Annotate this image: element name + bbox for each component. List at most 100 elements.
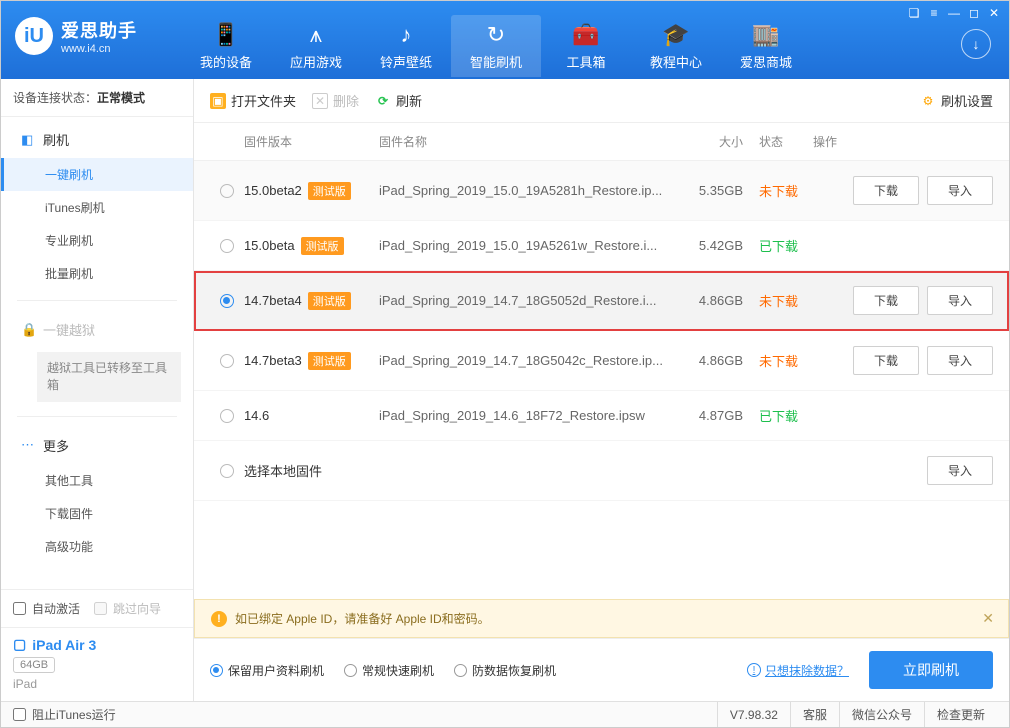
firmware-status: 未下载 <box>743 351 813 370</box>
table-row[interactable]: 15.0beta测试版 iPad_Spring_2019_15.0_19A526… <box>194 221 1009 271</box>
action-bar: 保留用户资料刷机 常规快速刷机 防数据恢复刷机 !只想抹除数据？ 立即刷机 <box>194 638 1009 701</box>
local-firmware-label: 选择本地固件 <box>244 461 813 480</box>
device-capacity: 64GB <box>13 657 55 673</box>
wechat-link[interactable]: 微信公众号 <box>839 702 924 727</box>
nav-应用游戏[interactable]: ⩚应用游戏 <box>271 15 361 77</box>
beta-tag: 测试版 <box>308 352 351 370</box>
sidebar-item[interactable]: 批量刷机 <box>1 257 193 290</box>
nav-icon: 🎓 <box>662 22 689 48</box>
nav-铃声壁纸[interactable]: ♪铃声壁纸 <box>361 15 451 77</box>
nav-工具箱[interactable]: 🧰工具箱 <box>541 15 631 77</box>
firmware-status: 已下载 <box>743 406 813 425</box>
download-button[interactable]: 下载 <box>853 346 919 375</box>
flash-icon: ◧ <box>21 132 35 148</box>
sidebar-head-flash[interactable]: ◧刷机 <box>1 121 193 158</box>
nav-我的设备[interactable]: 📱我的设备 <box>181 15 271 77</box>
table-row[interactable]: 14.7beta4测试版 iPad_Spring_2019_14.7_18G50… <box>194 271 1009 331</box>
nav-教程中心[interactable]: 🎓教程中心 <box>631 15 721 77</box>
sidebar-head-more[interactable]: ⋯更多 <box>1 427 193 464</box>
nav-icon: ⩚ <box>310 22 322 48</box>
download-button[interactable]: 下载 <box>853 176 919 205</box>
import-button[interactable]: 导入 <box>927 286 993 315</box>
support-link[interactable]: 客服 <box>790 702 839 727</box>
refresh-button[interactable]: ⟳刷新 <box>375 91 422 110</box>
firmware-version: 15.0beta2测试版 <box>244 182 379 200</box>
mode-option[interactable]: 防数据恢复刷机 <box>454 662 556 679</box>
sidebar-item[interactable]: 高级功能 <box>1 530 193 563</box>
firmware-name: iPad_Spring_2019_14.7_18G5042c_Restore.i… <box>379 353 663 368</box>
download-button[interactable]: 下载 <box>853 286 919 315</box>
th-version: 固件版本 <box>244 133 379 150</box>
firmware-size: 4.86GB <box>663 353 743 368</box>
firmware-version: 14.7beta4测试版 <box>244 292 379 310</box>
win-btn-min[interactable]: — <box>945 5 963 21</box>
table-row[interactable]: 14.6 iPad_Spring_2019_14.6_18F72_Restore… <box>194 391 1009 441</box>
row-radio[interactable] <box>210 354 244 368</box>
nav-智能刷机[interactable]: ↻智能刷机 <box>451 15 541 77</box>
import-button[interactable]: 导入 <box>927 346 993 375</box>
skip-guide-checkbox[interactable]: 跳过向导 <box>94 600 161 617</box>
device-name[interactable]: iPad Air 3 <box>13 636 181 653</box>
row-radio[interactable] <box>210 239 244 253</box>
app-header: ❏ ≡ — ◻ ✕ iU 爱思助手 www.i4.cn 📱我的设备⩚应用游戏♪铃… <box>1 1 1009 79</box>
sidebar-item[interactable]: 专业刷机 <box>1 224 193 257</box>
table-row-local[interactable]: 选择本地固件 导入 <box>194 441 1009 501</box>
warning-icon: ! <box>211 611 227 627</box>
th-ops: 操作 <box>813 133 993 150</box>
status-bar: 阻止iTunes运行 V7.98.32 客服 微信公众号 检查更新 <box>1 701 1009 727</box>
win-btn-max[interactable]: ◻ <box>965 5 983 21</box>
version-label: V7.98.32 <box>717 702 790 727</box>
firmware-size: 5.42GB <box>663 238 743 253</box>
flash-now-button[interactable]: 立即刷机 <box>869 651 993 689</box>
app-title: 爱思助手 <box>61 17 137 43</box>
gear-icon: ⚙ <box>920 93 936 109</box>
sidebar-head-jailbreak: 🔒一键越狱 <box>1 311 193 348</box>
win-btn-menu[interactable]: ≡ <box>925 5 943 21</box>
download-icon[interactable]: ↓ <box>961 29 991 59</box>
sidebar-item[interactable]: 一键刷机 <box>1 158 193 191</box>
import-button[interactable]: 导入 <box>927 176 993 205</box>
check-update-link[interactable]: 检查更新 <box>924 702 997 727</box>
flash-settings-button[interactable]: ⚙刷机设置 <box>920 91 993 110</box>
sidebar-item[interactable]: 其他工具 <box>1 464 193 497</box>
firmware-status: 已下载 <box>743 236 813 255</box>
firmware-name: iPad_Spring_2019_15.0_19A5261w_Restore.i… <box>379 238 663 253</box>
table-row[interactable]: 14.7beta3测试版 iPad_Spring_2019_14.7_18G50… <box>194 331 1009 391</box>
row-radio[interactable] <box>210 294 244 308</box>
window-buttons: ❏ ≡ — ◻ ✕ <box>905 5 1003 21</box>
delete-icon: ✕ <box>312 93 328 109</box>
sidebar: 设备连接状态：正常模式 ◧刷机 一键刷机iTunes刷机专业刷机批量刷机 🔒一键… <box>1 79 194 701</box>
firmware-name: iPad_Spring_2019_14.7_18G5052d_Restore.i… <box>379 293 663 308</box>
nav-爱思商城[interactable]: 🏬爱思商城 <box>721 15 811 77</box>
row-radio[interactable] <box>210 184 244 198</box>
row-radio[interactable] <box>210 464 244 478</box>
firmware-version: 15.0beta测试版 <box>244 237 379 255</box>
logo-icon: iU <box>15 17 53 55</box>
mode-option[interactable]: 保留用户资料刷机 <box>210 662 324 679</box>
block-itunes-checkbox[interactable]: 阻止iTunes运行 <box>13 706 116 723</box>
firmware-list: 15.0beta2测试版 iPad_Spring_2019_15.0_19A52… <box>194 161 1009 599</box>
open-folder-button[interactable]: ▣打开文件夹 <box>210 91 296 110</box>
sidebar-item[interactable]: 下载固件 <box>1 497 193 530</box>
th-size: 大小 <box>663 133 743 150</box>
close-icon[interactable]: ✕ <box>982 610 994 627</box>
firmware-version: 14.7beta3测试版 <box>244 352 379 370</box>
mode-option[interactable]: 常规快速刷机 <box>344 662 434 679</box>
app-url: www.i4.cn <box>61 43 137 55</box>
row-radio[interactable] <box>210 409 244 423</box>
firmware-size: 4.87GB <box>663 408 743 423</box>
beta-tag: 测试版 <box>308 292 351 310</box>
appleid-notice: ! 如已绑定 Apple ID，请准备好 Apple ID和密码。 ✕ <box>194 599 1009 638</box>
lock-icon: 🔒 <box>21 322 35 338</box>
nav-icon: 🧰 <box>572 22 599 48</box>
refresh-icon: ⟳ <box>375 93 391 109</box>
sidebar-item[interactable]: iTunes刷机 <box>1 191 193 224</box>
win-btn-skin[interactable]: ❏ <box>905 5 923 21</box>
delete-button[interactable]: ✕删除 <box>312 91 359 110</box>
table-row[interactable]: 15.0beta2测试版 iPad_Spring_2019_15.0_19A52… <box>194 161 1009 221</box>
erase-link[interactable]: !只想抹除数据？ <box>747 662 849 679</box>
win-btn-close[interactable]: ✕ <box>985 5 1003 21</box>
auto-activate-checkbox[interactable]: 自动激活 <box>13 600 80 617</box>
import-button[interactable]: 导入 <box>927 456 993 485</box>
firmware-size: 5.35GB <box>663 183 743 198</box>
